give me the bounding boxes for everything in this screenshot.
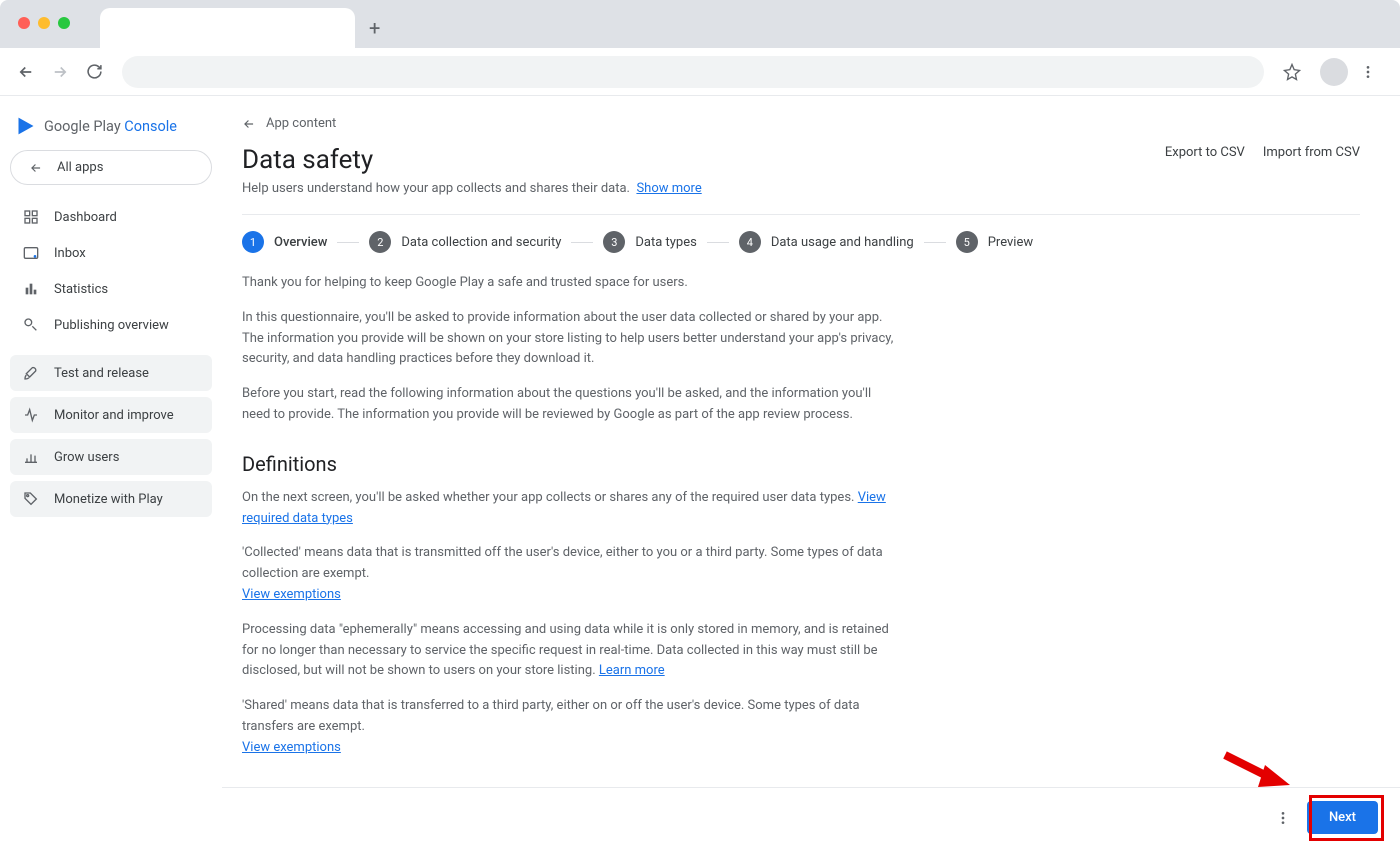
step-preview[interactable]: 5 Preview [956,231,1033,253]
profile-avatar[interactable] [1320,58,1348,86]
statistics-icon [22,280,40,298]
import-csv-button[interactable]: Import from CSV [1263,145,1360,160]
sidebar-item-label: Test and release [54,366,149,381]
new-tab-button[interactable]: + [369,20,385,36]
logo[interactable]: Google Play Console [10,108,212,150]
all-apps-button[interactable]: All apps [10,150,212,185]
intro-paragraph: Thank you for helping to keep Google Pla… [242,273,902,294]
definitions-paragraph: Processing data "ephemerally" means acce… [242,620,902,682]
step-data-types[interactable]: 3 Data types [603,231,696,253]
page-title: Data safety [242,145,373,175]
dashboard-icon [22,208,40,226]
step-overview[interactable]: 1 Overview [242,231,327,253]
back-button[interactable] [12,58,40,86]
footer-bar: Next [222,787,1400,847]
definitions-paragraph: On the next screen, you'll be asked whet… [242,488,902,530]
sidebar: Google Play Console All apps Dashboard I… [0,96,222,847]
main-content: App content Data safety Export to CSV Im… [222,96,1400,787]
footer-menu-button[interactable] [1275,810,1291,826]
sidebar-item-test-release[interactable]: Test and release [10,355,212,391]
browser-menu-button[interactable] [1360,64,1388,80]
minimize-window-button[interactable] [38,17,50,29]
intro-paragraph: Before you start, read the following inf… [242,384,902,426]
sidebar-item-label: Grow users [54,450,119,465]
pulse-icon [22,406,40,424]
breadcrumb-back[interactable]: App content [242,116,1360,131]
tag-icon [22,490,40,508]
sidebar-item-label: Inbox [54,246,86,261]
sidebar-item-label: Dashboard [54,210,117,225]
sidebar-item-monetize[interactable]: Monetize with Play [10,481,212,517]
export-csv-button[interactable]: Export to CSV [1165,145,1245,160]
learn-more-link[interactable]: Learn more [599,663,665,678]
sidebar-item-inbox[interactable]: Inbox [10,235,212,271]
address-bar[interactable] [122,56,1264,88]
close-window-button[interactable] [18,17,30,29]
logo-text: Google Play Console [44,118,177,135]
sidebar-item-monitor[interactable]: Monitor and improve [10,397,212,433]
intro-paragraph: In this questionnaire, you'll be asked t… [242,308,902,370]
step-data-usage[interactable]: 4 Data usage and handling [739,231,914,253]
browser-tab-strip: + [0,0,1400,48]
bookmark-star-icon[interactable] [1278,58,1306,86]
stepper: 1 Overview 2 Data collection and securit… [242,214,1360,273]
sidebar-item-grow[interactable]: Grow users [10,439,212,475]
sidebar-item-publishing[interactable]: Publishing overview [10,307,212,343]
all-apps-label: All apps [57,160,103,175]
definitions-paragraph: 'Shared' means data that is transferred … [242,696,902,758]
maximize-window-button[interactable] [58,17,70,29]
step-data-collection[interactable]: 2 Data collection and security [369,231,561,253]
sidebar-item-label: Statistics [54,282,108,297]
view-exemptions-link[interactable]: View exemptions [242,740,341,755]
browser-toolbar [0,48,1400,96]
view-exemptions-link[interactable]: View exemptions [242,587,341,602]
breadcrumb-label: App content [266,116,336,131]
page-subtitle: Help users understand how your app colle… [242,181,1360,196]
sidebar-item-label: Publishing overview [54,318,169,333]
window-controls [18,17,70,29]
sidebar-item-label: Monitor and improve [54,408,174,423]
show-more-link[interactable]: Show more [636,181,701,196]
growth-icon [22,448,40,466]
sidebar-item-statistics[interactable]: Statistics [10,271,212,307]
definitions-paragraph: 'Collected' means data that is transmitt… [242,543,902,605]
play-logo-icon [16,116,36,136]
rocket-icon [22,364,40,382]
publishing-icon [22,316,40,334]
next-button[interactable]: Next [1307,801,1378,834]
definitions-heading: Definitions [242,452,1360,476]
sidebar-item-label: Monetize with Play [54,492,163,507]
browser-tab[interactable] [100,8,355,48]
inbox-icon [22,244,40,262]
sidebar-item-dashboard[interactable]: Dashboard [10,199,212,235]
reload-button[interactable] [80,58,108,86]
forward-button[interactable] [46,58,74,86]
